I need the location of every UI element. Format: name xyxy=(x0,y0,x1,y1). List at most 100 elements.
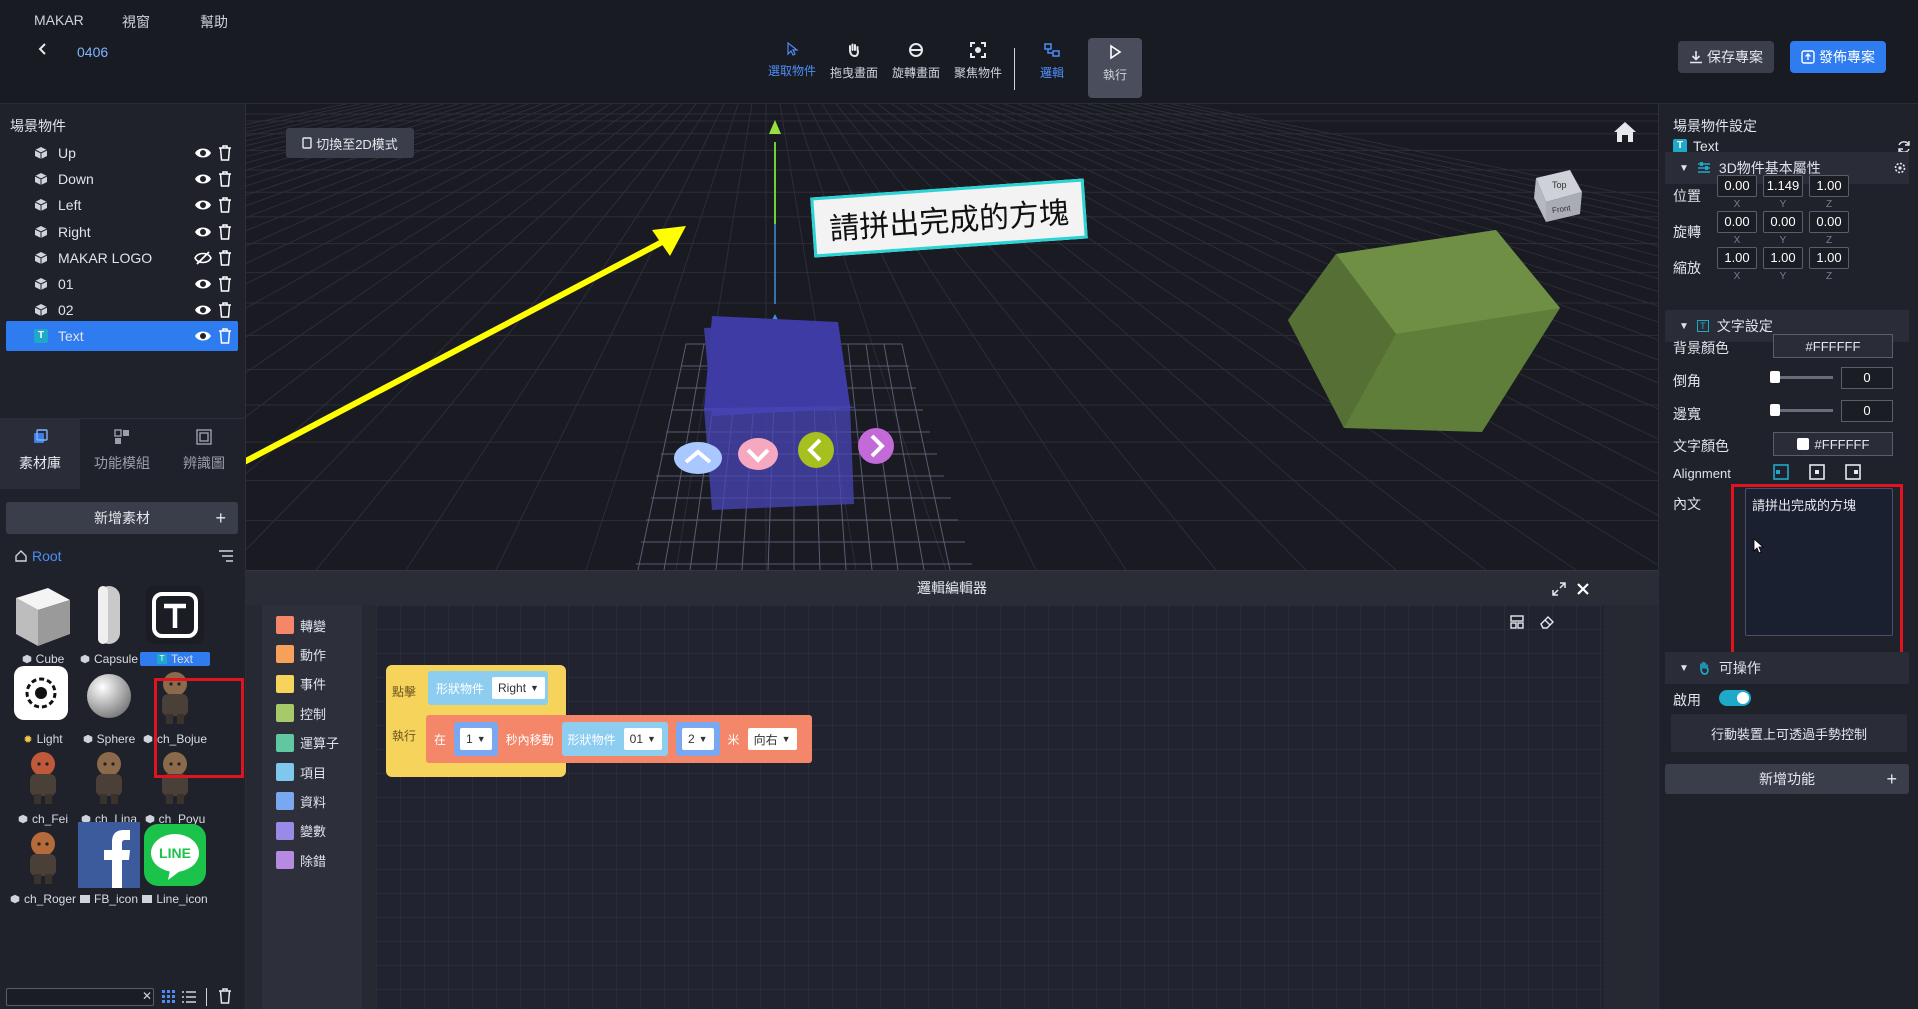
save-project-button[interactable]: 保存專案 xyxy=(1678,41,1774,73)
eye-icon[interactable] xyxy=(194,146,212,160)
rotation-x-input[interactable]: 0.00 xyxy=(1717,211,1757,233)
3d-viewport[interactable]: 切換至2D模式 Top Front 請拼出完成的方塊 邏輯編輯器 轉變 動作 事件控… xyxy=(246,104,1658,1009)
right-button[interactable] xyxy=(858,428,894,464)
up-button[interactable] xyxy=(674,442,722,474)
rotation-z-input[interactable]: 0.00 xyxy=(1809,211,1849,233)
rotate-tool[interactable]: 旋轉畫面 xyxy=(884,42,948,81)
scale-z-input[interactable]: 1.00 xyxy=(1809,247,1849,269)
enable-toggle[interactable] xyxy=(1719,690,1751,706)
home-icon[interactable] xyxy=(1612,120,1638,144)
distance-dropdown[interactable]: 2 ▼ xyxy=(681,728,714,750)
publish-project-button[interactable]: 發佈專案 xyxy=(1790,41,1886,73)
trash-icon[interactable] xyxy=(218,223,232,240)
block-category-item[interactable]: 變數 xyxy=(276,817,326,845)
block-category-item[interactable]: 控制 xyxy=(276,699,326,727)
eye-icon[interactable] xyxy=(194,172,212,186)
trash-icon[interactable] xyxy=(218,197,232,214)
corner-input[interactable]: 0 xyxy=(1841,367,1893,389)
eye-icon[interactable] xyxy=(194,329,212,343)
view-cube[interactable]: Top Front xyxy=(1530,166,1586,228)
slider-knob[interactable] xyxy=(1770,404,1780,416)
trash-icon[interactable] xyxy=(218,328,232,345)
menu-help[interactable]: 幫助 xyxy=(200,12,228,32)
distance-value-block[interactable]: 2 ▼ xyxy=(675,722,720,756)
trash-icon[interactable] xyxy=(218,302,232,318)
blue-cube[interactable] xyxy=(704,316,856,510)
rotation-y-input[interactable]: 0.00 xyxy=(1763,211,1803,233)
block-category-item[interactable]: 運算子 xyxy=(276,729,339,757)
asset-item[interactable]: LINE Line_icon xyxy=(134,820,216,916)
trash-icon[interactable] xyxy=(218,988,232,1004)
move-target-dropdown[interactable]: 01 ▼ xyxy=(623,728,662,750)
slider-knob[interactable] xyxy=(1770,371,1780,383)
eye-icon[interactable] xyxy=(194,303,212,317)
eye-off-icon[interactable] xyxy=(194,251,212,265)
switch-2d-button[interactable]: 切換至2D模式 xyxy=(286,128,414,158)
tab-assets[interactable]: 素材庫 xyxy=(0,419,80,489)
move-action-block[interactable]: 在 1 ▼ 秒內移動 形狀物件 01 ▼ 2 ▼ 米 向右 ▼ xyxy=(426,715,812,763)
eye-icon[interactable] xyxy=(194,225,212,239)
clear-icon[interactable]: ✕ xyxy=(142,989,152,1003)
click-target-dropdown[interactable]: Right ▼ xyxy=(492,677,545,699)
position-x-input[interactable]: 0.00 xyxy=(1717,175,1757,197)
seconds-dropdown[interactable]: 1 ▼ xyxy=(460,728,492,750)
scale-y-input[interactable]: 1.00 xyxy=(1763,247,1803,269)
direction-dropdown[interactable]: 向右 ▼ xyxy=(747,728,797,750)
align-left-icon[interactable] xyxy=(1773,464,1789,480)
asset-root-breadcrumb[interactable]: Root xyxy=(14,548,62,564)
block-category-item[interactable]: 動作 xyxy=(276,640,326,668)
trash-icon[interactable] xyxy=(218,145,232,161)
menu-makar[interactable]: MAKAR xyxy=(34,12,84,28)
tab-markers[interactable]: 辨識圖 xyxy=(164,419,244,489)
select-object-tool[interactable]: 選取物件 xyxy=(760,42,824,79)
layout-icon[interactable] xyxy=(1510,615,1524,629)
position-z-input[interactable]: 1.00 xyxy=(1809,175,1849,197)
block-category-item[interactable]: 事件 xyxy=(276,670,326,698)
shape-object-selector[interactable]: 形狀物件 Right ▼ xyxy=(428,671,548,705)
grid-view-icon[interactable] xyxy=(162,990,176,1004)
list-view-icon[interactable] xyxy=(182,990,196,1004)
block-category-item[interactable]: 除錯 xyxy=(276,846,326,874)
trash-icon[interactable] xyxy=(218,276,232,292)
eye-icon[interactable] xyxy=(194,198,212,212)
gesture-control-option[interactable]: 行動裝置上可透過手勢控制 xyxy=(1671,714,1907,752)
scene-object-item[interactable]: T Text xyxy=(6,321,238,352)
bg-color-field[interactable]: #FFFFFF xyxy=(1773,334,1893,358)
add-asset-button[interactable]: 新增素材 + xyxy=(6,502,238,534)
down-button[interactable] xyxy=(738,438,778,470)
eraser-icon[interactable] xyxy=(1540,615,1554,629)
trash-icon[interactable] xyxy=(218,250,232,266)
run-button[interactable]: 執行 xyxy=(1088,38,1142,98)
menu-window[interactable]: 視窗 xyxy=(122,12,150,32)
tab-modules[interactable]: 功能模組 xyxy=(82,419,162,489)
block-category-item[interactable]: 項目 xyxy=(276,758,326,786)
left-button[interactable] xyxy=(798,432,834,468)
asset-search-input[interactable] xyxy=(6,988,154,1006)
move-shape-selector[interactable]: 形狀物件 01 ▼ xyxy=(561,722,668,756)
text-color-field[interactable]: #FFFFFF xyxy=(1773,432,1893,456)
align-right-icon[interactable] xyxy=(1845,464,1861,480)
corner-slider[interactable] xyxy=(1770,371,1833,383)
settings-icon[interactable] xyxy=(1893,161,1907,175)
close-icon[interactable] xyxy=(1576,582,1590,596)
focus-tool[interactable]: 聚焦物件 xyxy=(946,42,1010,81)
scale-x-input[interactable]: 1.00 xyxy=(1717,247,1757,269)
pan-tool[interactable]: 拖曳畫面 xyxy=(822,42,886,81)
logic-workspace[interactable]: 點擊 執行 形狀物件 Right▼ 在 1▼ 秒內移動 形狀物件 01▼ xyxy=(376,605,1604,1009)
eye-icon[interactable] xyxy=(194,277,212,291)
chevron-left-icon[interactable] xyxy=(36,42,50,56)
y-axis-head[interactable] xyxy=(769,120,781,134)
position-y-input[interactable]: 1.149 xyxy=(1763,175,1803,197)
interactive-section[interactable]: ▼ 可操作 xyxy=(1665,652,1909,684)
align-center-icon[interactable] xyxy=(1809,464,1825,480)
border-slider[interactable] xyxy=(1770,404,1833,416)
add-function-button[interactable]: 新增功能 + xyxy=(1665,764,1909,794)
border-input[interactable]: 0 xyxy=(1841,400,1893,422)
trash-icon[interactable] xyxy=(218,171,232,187)
expand-icon[interactable] xyxy=(1552,582,1566,596)
block-category-item[interactable]: 資料 xyxy=(276,787,326,815)
seconds-value-block[interactable]: 1 ▼ xyxy=(454,722,498,756)
sort-icon[interactable] xyxy=(218,550,234,562)
block-category-item[interactable]: 轉變 xyxy=(276,611,326,639)
logic-tool[interactable]: 邏輯 xyxy=(1020,42,1084,81)
